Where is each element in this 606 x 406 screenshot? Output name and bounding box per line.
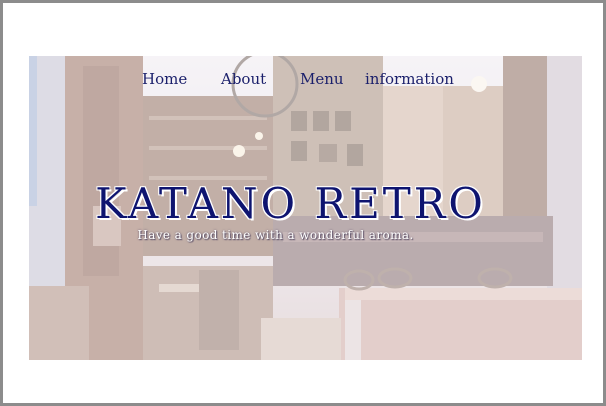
- nav-menu-link[interactable]: Menu: [300, 69, 365, 89]
- page-frame: Home About Menu information KATANO RETRO…: [0, 0, 606, 406]
- site-tagline: Have a good time with a wonderful aroma.: [137, 228, 414, 242]
- site-title: KATANO RETRO: [95, 179, 486, 228]
- hero-banner: Home About Menu information KATANO RETRO…: [29, 56, 582, 360]
- main-nav: Home About Menu information: [142, 69, 465, 89]
- nav-about-link[interactable]: About: [221, 69, 300, 89]
- nav-information-link[interactable]: information: [365, 69, 465, 89]
- nav-home-link[interactable]: Home: [142, 69, 221, 89]
